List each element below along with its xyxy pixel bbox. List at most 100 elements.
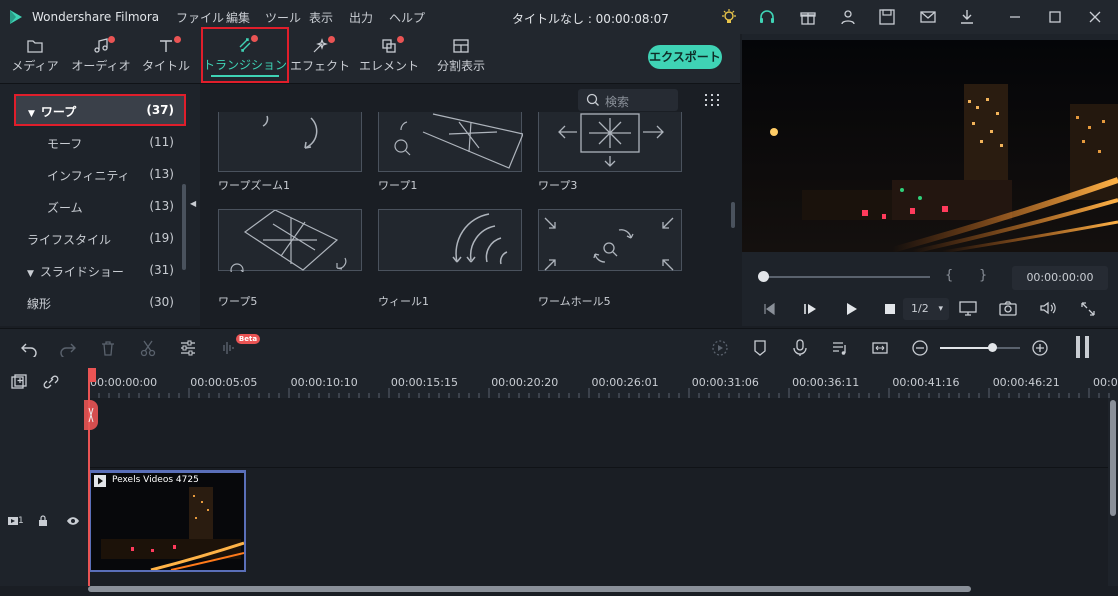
transition-card-warp-zoom-1[interactable] bbox=[218, 112, 362, 172]
support-headset-icon[interactable] bbox=[758, 8, 776, 26]
category-morph-count: (11) bbox=[149, 135, 174, 149]
grid-view-icon[interactable] bbox=[704, 93, 720, 107]
elements-icon bbox=[382, 39, 396, 53]
warp-1-preview-icon bbox=[394, 113, 524, 169]
lightbulb-icon[interactable] bbox=[720, 8, 738, 26]
empty-track-row[interactable] bbox=[88, 398, 1108, 468]
window-title: タイトルなし : 00:00:08:07 bbox=[512, 12, 669, 26]
audio-new-dot bbox=[108, 36, 115, 43]
timeline-horizontal-scrollbar[interactable] bbox=[88, 586, 971, 592]
tab-effects[interactable]: エフェクト bbox=[285, 34, 355, 82]
tab-audio[interactable]: オーディオ bbox=[66, 34, 136, 82]
menu-view[interactable]: 表示 bbox=[309, 9, 333, 26]
eye-visibility-icon[interactable] bbox=[66, 515, 80, 527]
menu-edit[interactable]: 編集 bbox=[226, 9, 250, 26]
tab-titles[interactable]: タイトル bbox=[131, 34, 201, 82]
adjust-sliders-icon[interactable] bbox=[179, 339, 197, 357]
playhead-top[interactable] bbox=[88, 368, 96, 382]
delete-trash-icon[interactable] bbox=[99, 339, 117, 357]
zoom-out-icon[interactable] bbox=[911, 339, 929, 357]
export-button[interactable]: エクスポート bbox=[648, 45, 722, 69]
stop-icon[interactable] bbox=[884, 303, 896, 315]
maximize-icon[interactable] bbox=[1046, 8, 1064, 26]
lock-icon[interactable] bbox=[37, 515, 49, 527]
play-frame-icon[interactable] bbox=[803, 302, 817, 316]
tab-split-screen[interactable]: 分割表示 bbox=[426, 34, 496, 82]
close-icon[interactable] bbox=[1086, 8, 1104, 26]
fit-timeline-icon[interactable] bbox=[871, 339, 889, 357]
add-track-icon[interactable] bbox=[10, 374, 28, 390]
volume-icon[interactable] bbox=[1039, 300, 1057, 316]
search-input[interactable]: 検索 bbox=[578, 89, 678, 111]
category-warp[interactable]: ▼ ワープ (37) bbox=[14, 94, 186, 126]
video-clip[interactable]: Pexels Videos 4725 bbox=[89, 470, 246, 572]
category-lifestyle-count: (19) bbox=[149, 231, 174, 245]
transition-card-wormhole-5[interactable] bbox=[538, 209, 682, 271]
timeline-zoom-handle[interactable] bbox=[988, 343, 997, 352]
mail-icon[interactable] bbox=[919, 8, 937, 26]
track-headers bbox=[0, 398, 88, 586]
chevron-down-icon: ▾ bbox=[938, 304, 943, 314]
playhead-handle[interactable] bbox=[84, 400, 98, 430]
audio-waveform-icon[interactable] bbox=[219, 339, 237, 357]
grid-scrollbar[interactable] bbox=[731, 202, 735, 228]
render-preview-icon[interactable] bbox=[711, 339, 729, 357]
download-icon[interactable] bbox=[958, 8, 976, 26]
tab-media[interactable]: メディア bbox=[0, 34, 70, 82]
category-zoom[interactable]: ズーム (13) bbox=[0, 191, 190, 221]
save-icon[interactable] bbox=[878, 8, 896, 26]
track-number: 1 bbox=[18, 516, 24, 526]
zoom-in-icon[interactable] bbox=[1031, 339, 1049, 357]
display-monitor-icon[interactable] bbox=[959, 300, 977, 316]
category-infinity-label: インフィニティ bbox=[47, 169, 130, 183]
preview-scrubber-handle[interactable] bbox=[758, 271, 769, 282]
mark-out-bracket[interactable]: } bbox=[979, 268, 987, 283]
preview-scrubber-track[interactable] bbox=[762, 276, 930, 278]
category-zoom-count: (13) bbox=[149, 199, 174, 213]
category-scrollbar[interactable] bbox=[182, 184, 186, 270]
fullscreen-icon[interactable] bbox=[1080, 301, 1096, 317]
category-zoom-label: ズーム bbox=[47, 201, 83, 215]
category-linear[interactable]: 線形 (30) bbox=[0, 287, 190, 317]
tab-elements[interactable]: エレメント bbox=[354, 34, 424, 82]
split-screen-icon bbox=[453, 39, 469, 53]
collapse-panel-arrow-icon[interactable]: ◀ bbox=[190, 199, 196, 208]
preview-quality-select[interactable]: 1/2 ▾ bbox=[903, 298, 949, 320]
microphone-icon[interactable] bbox=[791, 339, 809, 357]
category-slideshow[interactable]: ▼ スライドショー (31) bbox=[0, 255, 190, 285]
scissors-cut-icon bbox=[88, 407, 94, 423]
redo-icon[interactable] bbox=[59, 339, 77, 357]
minimize-icon[interactable] bbox=[1006, 8, 1024, 26]
timeline-vertical-scrollbar-thumb[interactable] bbox=[1110, 400, 1116, 516]
scissors-icon[interactable] bbox=[139, 339, 157, 357]
menu-help[interactable]: ヘルプ bbox=[389, 9, 425, 26]
pause-bar-left bbox=[1076, 336, 1080, 358]
account-icon[interactable] bbox=[839, 8, 857, 26]
menu-tools[interactable]: ツール bbox=[265, 9, 301, 26]
transition-label: ワームホール5 bbox=[538, 295, 611, 308]
undo-icon[interactable] bbox=[20, 339, 38, 357]
transitions-new-dot bbox=[251, 35, 258, 42]
category-linear-label: 線形 bbox=[27, 297, 52, 311]
play-icon[interactable] bbox=[844, 302, 858, 316]
category-lifestyle[interactable]: ライフスタイル (19) bbox=[0, 223, 190, 253]
transition-card-wheel-1[interactable] bbox=[378, 209, 522, 271]
effects-icon bbox=[313, 38, 328, 53]
tab-transitions[interactable]: トランジション bbox=[201, 27, 289, 83]
marker-shield-icon[interactable] bbox=[751, 339, 769, 357]
timeline-zoom-fill bbox=[940, 347, 992, 349]
menu-output[interactable]: 出力 bbox=[349, 9, 373, 26]
snapshot-camera-icon[interactable] bbox=[999, 300, 1017, 316]
transition-card-warp-3[interactable] bbox=[538, 112, 682, 172]
gift-icon[interactable] bbox=[799, 8, 817, 26]
menu-file[interactable]: ファイル bbox=[176, 9, 224, 26]
transition-card-warp-1[interactable] bbox=[378, 112, 524, 172]
pause-bar-right bbox=[1085, 336, 1089, 358]
previous-frame-icon[interactable] bbox=[762, 302, 776, 316]
link-icon[interactable] bbox=[42, 374, 60, 390]
mark-in-bracket[interactable]: { bbox=[945, 268, 953, 283]
category-infinity[interactable]: インフィニティ (13) bbox=[0, 159, 190, 189]
category-morph[interactable]: モーフ (11) bbox=[0, 127, 190, 157]
voiceover-list-icon[interactable] bbox=[831, 339, 849, 357]
transition-card-warp-5[interactable] bbox=[218, 209, 362, 277]
